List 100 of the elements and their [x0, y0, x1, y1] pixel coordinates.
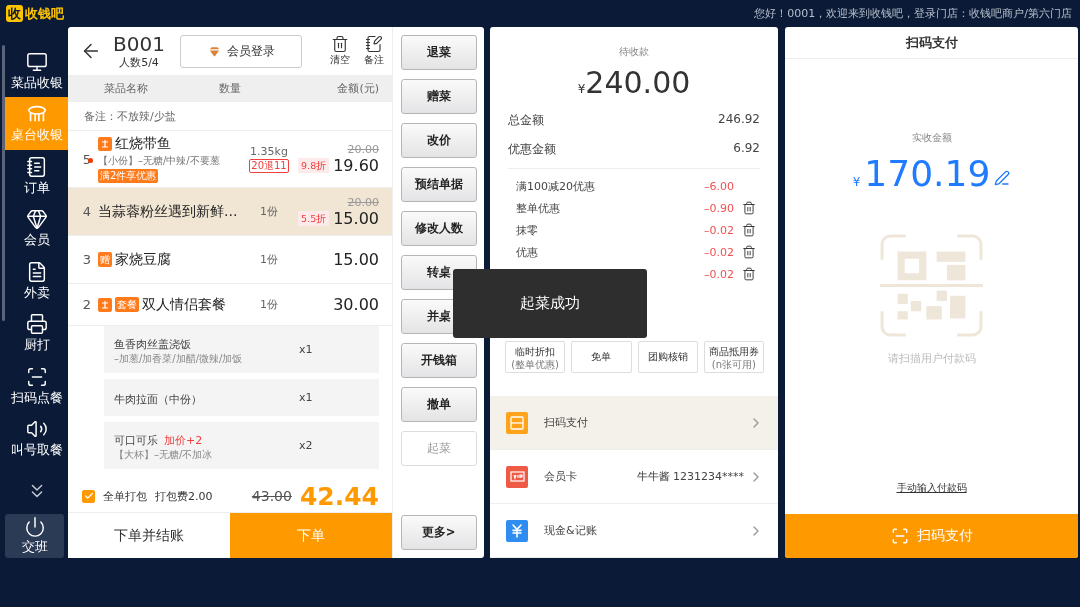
quick-action-note: (n张可用)	[711, 358, 756, 370]
sidebar-item[interactable]: 厨打	[5, 307, 68, 360]
sidebar-item[interactable]: 扫码点餐	[5, 359, 68, 413]
sidebar-item[interactable]: 菜品收银	[5, 45, 68, 98]
item-tag: 套餐	[115, 297, 139, 312]
guest-count: 人数5/4	[119, 54, 159, 70]
due-amount: 240.00	[585, 65, 691, 100]
logo-mark: 收	[6, 5, 23, 22]
set-item-name: 可口可乐	[114, 434, 158, 447]
currency-sign: ¥	[577, 82, 586, 96]
pack-fee: 打包费2.00	[155, 488, 213, 504]
discount-label: 优惠	[516, 244, 539, 260]
discount-tag: 5.5折	[298, 210, 330, 226]
delete-icon[interactable]	[742, 223, 756, 237]
action-button[interactable]: 预结单据	[400, 167, 477, 202]
action-button[interactable]: 赠菜	[400, 79, 477, 114]
sidebar-item[interactable]: 订单	[5, 149, 68, 203]
speaker-icon	[25, 418, 48, 440]
column-title: 金额(元)	[336, 81, 379, 96]
summary-value: 6.92	[733, 141, 760, 157]
order-total: 42.44	[299, 481, 379, 511]
yen-icon	[506, 519, 528, 542]
item-name: 双人情侣套餐	[142, 295, 226, 314]
printer-icon	[25, 313, 48, 336]
sidebar-label: 外卖	[23, 284, 50, 302]
row-index: 4	[81, 204, 92, 219]
sidebar-item[interactable]: 会员	[5, 202, 68, 255]
discount-label: 整单优惠	[516, 200, 561, 216]
summary-value: 246.92	[718, 112, 760, 128]
item-quantity: 1份	[260, 252, 278, 267]
item-price: 30.00	[333, 295, 379, 314]
header-action[interactable]: 清空	[330, 35, 350, 67]
row-index: 2	[81, 297, 92, 312]
set-item-name: 牛肉拉面（中份）	[114, 393, 202, 406]
sidebar-label: 桌台收银	[10, 127, 63, 145]
quick-action-button[interactable]: 团购核销	[637, 341, 698, 373]
order-row[interactable]: 4 当蒜蓉粉丝遇到新鲜… 1份 20.00 5.5折 15.00	[68, 188, 392, 236]
action-button[interactable]: 改价	[400, 123, 477, 158]
trash-icon	[331, 35, 349, 53]
set-item-quantity: x1	[299, 343, 314, 356]
pack-checkbox[interactable]	[82, 489, 95, 503]
method-label: 现金&记账	[544, 523, 597, 538]
sidebar-item[interactable]: 外卖	[5, 254, 68, 308]
member-login-button[interactable]: 会员登录	[180, 34, 302, 68]
method-detail: 牛牛酱 1231234****	[636, 469, 744, 484]
quick-action-button[interactable]: 免单	[571, 341, 632, 373]
item-quantity: 1份	[260, 297, 278, 312]
item-price: 19.60	[333, 156, 379, 175]
quick-action-label: 团购核销	[647, 350, 688, 364]
discount-label: 满100减20优惠	[516, 178, 596, 194]
more-button[interactable]: 更多>	[400, 515, 477, 550]
original-price: 20.00	[346, 195, 379, 209]
action-button[interactable]: 开钱箱	[400, 343, 477, 378]
sidebar-label: 订单	[23, 179, 50, 197]
delete-icon[interactable]	[742, 201, 756, 215]
diamond-icon	[207, 44, 221, 58]
discount-amount: –0.02	[704, 223, 734, 237]
action-button[interactable]: 修改人数	[400, 211, 477, 246]
payment-method[interactable]: 扫码支付	[490, 396, 778, 450]
delete-icon[interactable]	[742, 245, 756, 259]
method-label: 扫码支付	[544, 415, 588, 430]
edit-icon[interactable]	[994, 170, 1011, 186]
surcharge: 加价+2	[164, 434, 203, 447]
greeting-text: 您好！0001，欢迎来到收钱吧，登录门店：收钱吧商户/第六门店	[754, 6, 1072, 21]
quick-action-label: 商品抵用券	[708, 344, 759, 359]
quick-action-button[interactable]: 商品抵用券 (n张可用)	[703, 341, 764, 373]
power-icon	[23, 516, 46, 539]
method-label: 会员卡	[544, 469, 577, 484]
summary-label: 优惠金额	[508, 141, 556, 158]
promo-tag: 满2件享优惠	[98, 169, 159, 183]
delete-icon[interactable]	[742, 267, 756, 281]
original-price: 20.00	[346, 143, 379, 156]
panel-title: 扫码支付	[785, 27, 1078, 59]
item-price: 15.00	[333, 208, 379, 228]
action-button[interactable]: 撤单	[400, 387, 477, 422]
set-item-spec: 【大杯】–无糖/不加冰	[114, 448, 214, 462]
scan-hint: 请扫描用户付款码	[887, 351, 976, 366]
quick-action-button[interactable]: 临时折扣 (整单优惠)	[505, 341, 566, 373]
item-name: 当蒜蓉粉丝遇到新鲜…	[98, 202, 238, 221]
scale-badge-icon	[98, 137, 112, 151]
sidebar-label: 会员	[23, 232, 50, 250]
quick-action-label: 免单	[591, 350, 612, 364]
header-action[interactable]: 备注	[364, 35, 384, 67]
scale-badge-icon	[98, 297, 112, 312]
item-tag: 赠	[98, 252, 112, 267]
success-toast: 起菜成功	[453, 269, 647, 338]
item-price: 15.00	[333, 250, 379, 269]
manual-entry-link[interactable]: 手动输入付款码	[896, 481, 967, 495]
set-item-quantity: x2	[299, 439, 314, 452]
card-icon	[506, 465, 528, 488]
currency-sign: ¥	[852, 175, 861, 189]
table-number: B001	[113, 32, 165, 55]
item-quantity: 1份	[260, 204, 278, 219]
action-button[interactable]: 退菜	[400, 35, 477, 70]
discount-label: 抹零	[516, 222, 539, 238]
row-index: 3	[81, 252, 92, 267]
sidebar-item[interactable]: 叫号取餐	[5, 412, 68, 465]
shift-button[interactable]: 交班	[5, 514, 64, 558]
item-name: 红烧带鱼	[115, 135, 171, 153]
note-icon	[365, 35, 383, 53]
